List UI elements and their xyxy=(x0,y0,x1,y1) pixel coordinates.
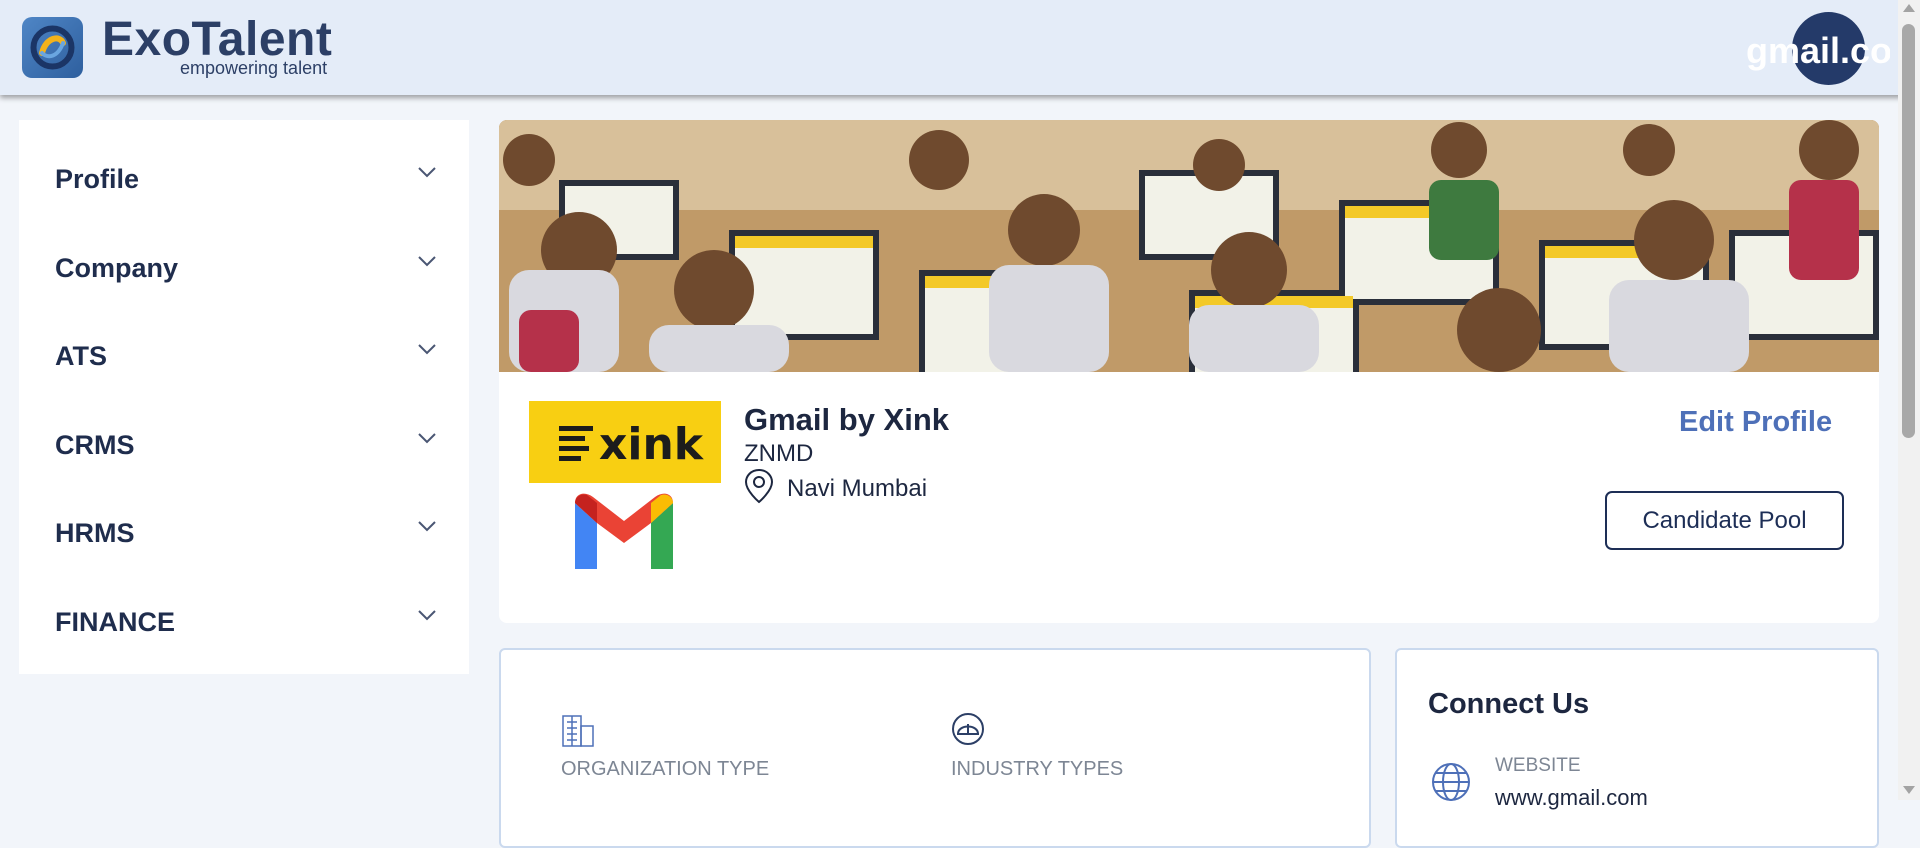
industry-types-label: INDUSTRY TYPES xyxy=(951,758,1124,780)
xink-logo: xink xyxy=(529,401,721,483)
sidebar-item-finance[interactable]: FINANCE xyxy=(19,593,469,653)
company-name: Gmail by Xink xyxy=(744,402,950,437)
company-location: Navi Mumbai xyxy=(787,475,928,502)
sidebar-item-label: Profile xyxy=(55,164,140,194)
sidebar-item-label: ATS xyxy=(55,341,107,371)
company-profile-card: xink Gmail by Xink ZNMD Navi Mumbai Edit… xyxy=(499,120,1879,623)
sidebar-item-crms[interactable]: CRMS xyxy=(19,416,469,476)
scrollbar-thumb[interactable] xyxy=(1902,24,1915,438)
website-label: WEBSITE xyxy=(1495,755,1581,776)
candidate-pool-button[interactable]: Candidate Pool xyxy=(1605,491,1844,550)
helmet-icon xyxy=(952,713,984,745)
company-subtitle: ZNMD xyxy=(744,440,814,467)
organization-type-label: ORGANIZATION TYPE xyxy=(561,758,770,780)
xink-mark-icon xyxy=(559,426,593,462)
page-scrollbar[interactable] xyxy=(1898,0,1920,800)
sidebar-item-label: HRMS xyxy=(55,518,135,548)
sidebar-item-company[interactable]: Company xyxy=(19,239,469,299)
website-link[interactable]: www.gmail.com xyxy=(1495,785,1648,811)
building-icon xyxy=(562,715,594,747)
sidebar-item-profile[interactable]: Profile xyxy=(19,150,469,210)
chevron-down-icon[interactable] xyxy=(417,428,437,448)
xink-logo-text: xink xyxy=(599,419,704,470)
connect-us-card: Connect Us WEBSITE www.gmail.com xyxy=(1395,648,1879,848)
sidebar-item-label: FINANCE xyxy=(55,607,175,637)
chevron-down-icon[interactable] xyxy=(417,251,437,271)
sidebar: Profile Company ATS CRMS HRMS FINANCE xyxy=(19,120,469,674)
gmail-icon xyxy=(575,493,673,569)
sidebar-item-ats[interactable]: ATS xyxy=(19,327,469,387)
top-header: ExoTalent empowering talent gmail.com xyxy=(0,0,1920,95)
cover-banner-image xyxy=(499,120,1879,372)
sidebar-item-hrms[interactable]: HRMS xyxy=(19,504,469,564)
chevron-down-icon[interactable] xyxy=(417,162,437,182)
edit-profile-link[interactable]: Edit Profile xyxy=(1679,406,1832,439)
brand-tagline: empowering talent xyxy=(180,58,328,78)
sidebar-item-label: Company xyxy=(55,253,179,283)
chevron-down-icon[interactable] xyxy=(417,516,437,536)
sidebar-item-label: CRMS xyxy=(55,430,135,460)
scroll-up-arrow-icon[interactable] xyxy=(1903,4,1915,12)
user-menu-label[interactable]: gmail.com xyxy=(1746,30,1890,72)
app-logo-icon[interactable] xyxy=(22,17,83,78)
chevron-down-icon[interactable] xyxy=(417,605,437,625)
connect-us-title: Connect Us xyxy=(1428,688,1590,720)
organization-info-card: ORGANIZATION TYPE INDUSTRY TYPES xyxy=(499,648,1371,848)
chevron-down-icon[interactable] xyxy=(417,339,437,359)
scroll-down-arrow-icon[interactable] xyxy=(1903,786,1915,794)
location-pin-icon xyxy=(744,468,774,504)
globe-icon xyxy=(1432,763,1470,801)
company-logo: xink xyxy=(529,401,721,581)
